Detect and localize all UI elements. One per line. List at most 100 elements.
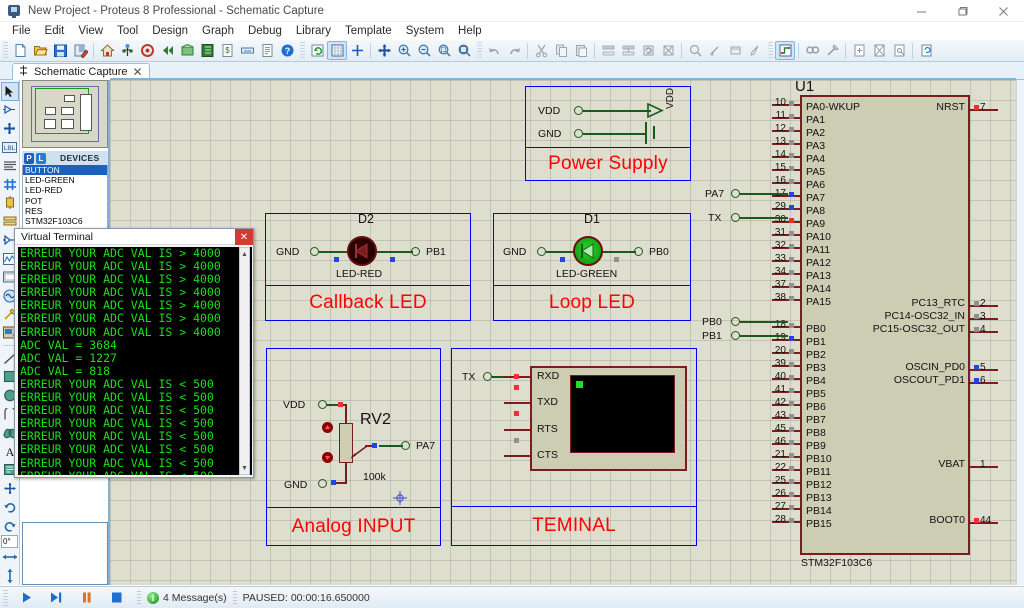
maximize-button[interactable] (942, 0, 983, 22)
pan-icon[interactable] (374, 41, 394, 60)
menu-view[interactable]: View (71, 24, 110, 38)
net-terminal-pb0[interactable] (731, 317, 740, 326)
menu-system[interactable]: System (399, 24, 451, 38)
net-terminal-tx[interactable] (731, 213, 740, 222)
virtual-terminal-screen[interactable] (570, 375, 675, 453)
goto-sheet-icon[interactable] (889, 41, 909, 60)
packaging-tool-icon[interactable] (725, 41, 745, 60)
virtual-terminal-scrollbar[interactable]: ▲ ▼ (239, 247, 250, 475)
menu-file[interactable]: File (5, 24, 38, 38)
paste-icon[interactable] (571, 41, 591, 60)
exit-sheet-icon[interactable] (869, 41, 889, 60)
export-icon[interactable] (916, 41, 936, 60)
zoom-out-icon[interactable] (414, 41, 434, 60)
pick-device-icon[interactable] (685, 41, 705, 60)
rotation-value-field[interactable]: 0° (1, 534, 18, 548)
play-button[interactable] (11, 589, 41, 607)
property-assign-icon[interactable] (822, 41, 842, 60)
rv2-increase-button[interactable] (322, 422, 333, 433)
mirror-vertical-icon[interactable] (1, 566, 19, 585)
cut-icon[interactable] (531, 41, 551, 60)
net-terminal-pa7[interactable] (731, 189, 740, 198)
d1-pb0-terminal[interactable] (634, 247, 643, 256)
report-icon[interactable] (257, 41, 277, 60)
terminal-group[interactable]: TX RXD TXD RTS CTS (451, 348, 697, 507)
new-document-icon[interactable] (10, 41, 30, 60)
menu-edit[interactable]: Edit (38, 24, 72, 38)
rv2-pa7-wire[interactable] (379, 445, 403, 447)
undo-icon[interactable] (484, 41, 504, 60)
d2-gnd-terminal[interactable] (310, 247, 319, 256)
rv2-decrease-button[interactable] (322, 452, 333, 463)
device-item-led-green[interactable]: LED-GREEN (23, 175, 107, 185)
decompose-icon[interactable] (745, 41, 765, 60)
wire-label-tool[interactable]: LBL (1, 138, 19, 157)
pick-devices-button[interactable]: P (24, 152, 34, 164)
virtual-terminal-window[interactable]: Virtual Terminal ✕ ERREUR YOUR ADC VAL I… (14, 228, 254, 478)
rv2-vdd-wire[interactable] (327, 404, 346, 406)
toolbar-grip[interactable] (3, 42, 8, 59)
block-copy-icon[interactable] (598, 41, 618, 60)
block-move-icon[interactable] (618, 41, 638, 60)
callback-led-group[interactable]: D2 GND PB1 LED-RED (265, 212, 471, 286)
net-w-pb1[interactable] (740, 335, 788, 337)
menu-template[interactable]: Template (338, 24, 399, 38)
power-gnd-wire[interactable] (583, 133, 646, 135)
zoom-in-icon[interactable] (394, 41, 414, 60)
device-item-pot[interactable]: POT (23, 196, 107, 206)
rotate-counterclockwise-icon[interactable] (1, 516, 19, 535)
device-item-stm32f103c6[interactable]: STM32F103C6 (23, 216, 107, 226)
step-button[interactable] (41, 589, 71, 607)
menu-debug[interactable]: Debug (241, 24, 289, 38)
component-mode-tool[interactable] (1, 101, 19, 120)
net-w-pa7[interactable] (740, 193, 788, 195)
devices-list[interactable]: BUTTON LED-GREEN LED-RED POT RES STM32F1… (22, 165, 108, 229)
menu-tool[interactable]: Tool (110, 24, 145, 38)
power-vdd-wire[interactable] (583, 110, 651, 112)
make-device-icon[interactable] (705, 41, 725, 60)
net-w-pb0[interactable] (740, 321, 788, 323)
bus-tool[interactable] (1, 175, 19, 194)
open-folder-icon[interactable] (30, 41, 50, 60)
help-icon[interactable]: ? (277, 41, 297, 60)
marker-tool[interactable] (1, 479, 19, 498)
library-button[interactable]: L (36, 152, 46, 164)
menu-graph[interactable]: Graph (195, 24, 241, 38)
analog-input-group[interactable]: VDD GND RV2 100k PA7 (266, 348, 441, 508)
loop-led-group[interactable]: D1 GND PB0 LED-GREEN (493, 212, 691, 286)
menu-library[interactable]: Library (289, 24, 338, 38)
device-item-led-red[interactable]: LED-RED (23, 185, 107, 195)
tab-close-icon[interactable]: ✕ (133, 66, 143, 78)
pause-button[interactable] (71, 589, 101, 607)
bom-icon[interactable] (137, 41, 157, 60)
rv2-vdd-terminal[interactable] (318, 400, 327, 409)
zoom-area-icon[interactable] (434, 41, 454, 60)
junction-dot-tool[interactable] (1, 119, 19, 138)
menu-help[interactable]: Help (451, 24, 489, 38)
home-icon[interactable] (97, 41, 117, 60)
copy-icon[interactable] (551, 41, 571, 60)
zoom-all-icon[interactable] (454, 41, 474, 60)
block-rotate-icon[interactable] (638, 41, 658, 60)
power-gnd-terminal[interactable] (574, 129, 583, 138)
netlist-icon[interactable] (117, 41, 137, 60)
subcircuit-tool[interactable] (1, 194, 19, 213)
terminal-tx-terminal[interactable] (483, 372, 492, 381)
origin-icon[interactable] (347, 41, 367, 60)
design-sheet-icon[interactable] (849, 41, 869, 60)
device-item-button[interactable]: BUTTON (23, 165, 107, 176)
overview-panel[interactable] (22, 80, 108, 148)
back-annotate-icon[interactable] (157, 41, 177, 60)
print-preview-icon[interactable] (70, 41, 90, 60)
virtual-terminal-titlebar[interactable]: Virtual Terminal ✕ (15, 229, 253, 245)
power-vdd-terminal[interactable] (574, 106, 583, 115)
device-item-res[interactable]: RES (23, 206, 107, 216)
rotate-clockwise-icon[interactable] (1, 498, 19, 517)
mirror-horizontal-icon[interactable] (1, 548, 19, 567)
selection-mode-tool[interactable] (0, 82, 19, 101)
power-supply-group[interactable]: VDD VDD GND (525, 86, 691, 148)
d1-right-wire[interactable] (603, 251, 636, 253)
design-explorer-icon[interactable]: ooo (237, 41, 257, 60)
stop-button[interactable] (101, 589, 131, 607)
menu-design[interactable]: Design (145, 24, 195, 38)
